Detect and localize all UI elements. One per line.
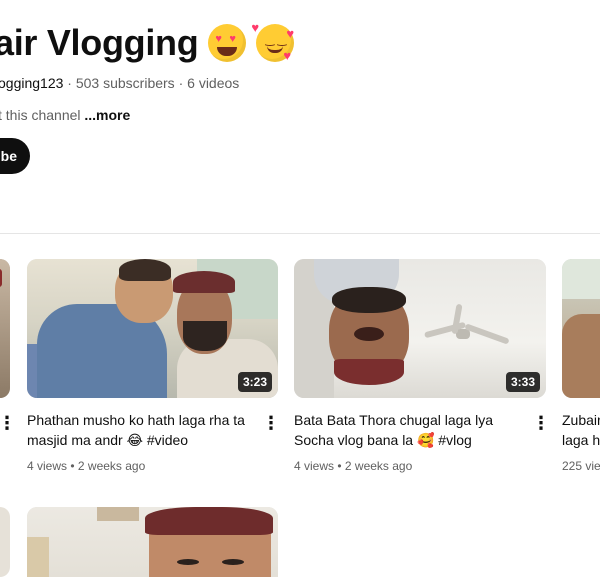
upload-age: 2 weeks ago	[344, 459, 413, 473]
separator: •	[70, 459, 75, 473]
channel-meta: ogging123 · 503 subscribers · 6 videos	[0, 75, 239, 91]
video-title[interactable]: Bata Bata Thora chugal laga lya Socha vl…	[294, 410, 524, 450]
video-thumbnail[interactable]: 3:23	[27, 259, 278, 398]
video-title[interactable]: Zubair laga h	[562, 410, 600, 450]
video-thumbnail-partial-right[interactable]	[562, 259, 600, 398]
separator: •	[337, 459, 342, 473]
view-count: 4 views	[294, 459, 335, 473]
video-count: 6 videos	[187, 75, 240, 91]
video-duration: 3:33	[505, 372, 540, 392]
video-thumbnail-partial-left[interactable]	[0, 259, 10, 398]
subscriber-count: 503 subscribers	[75, 75, 175, 91]
video-thumbnail-partial-left-2[interactable]	[0, 507, 10, 577]
smiling-face-with-hearts-emoji-icon: ‿ ‿ ♥ ♥ ♥	[251, 20, 295, 63]
more-link[interactable]: ...more	[84, 107, 130, 123]
channel-about[interactable]: t this channel ...more	[0, 107, 130, 123]
channel-name: air Vlogging	[0, 22, 199, 63]
heart-eyes-emoji-icon: ♥ ♥	[208, 24, 247, 62]
video-thumbnail[interactable]	[27, 507, 278, 577]
video-menu-button[interactable]: ⋮	[0, 414, 16, 432]
about-text: t this channel	[0, 107, 81, 123]
video-title[interactable]: Phathan musho ko hath laga rha ta masjid…	[27, 410, 257, 450]
subscribe-button[interactable]: be	[0, 138, 30, 174]
video-meta: 4 views • 2 weeks ago	[27, 459, 145, 473]
video-meta: 4 views • 2 weeks ago	[294, 459, 412, 473]
divider	[0, 233, 600, 234]
view-count: 4 views	[27, 459, 68, 473]
video-menu-button[interactable]: ⋮	[532, 414, 550, 432]
channel-title: air Vlogging ♥ ♥ ‿ ‿ ♥ ♥ ♥	[0, 20, 295, 64]
separator: ·	[178, 75, 184, 91]
video-duration: 3:23	[237, 372, 272, 392]
channel-handle: ogging123	[0, 75, 64, 91]
upload-age: 2 weeks ago	[77, 459, 146, 473]
video-menu-button[interactable]: ⋮	[262, 414, 280, 432]
separator: ·	[67, 75, 72, 91]
video-thumbnail[interactable]: 3:33	[294, 259, 546, 398]
view-count: 225 vie	[562, 459, 600, 473]
